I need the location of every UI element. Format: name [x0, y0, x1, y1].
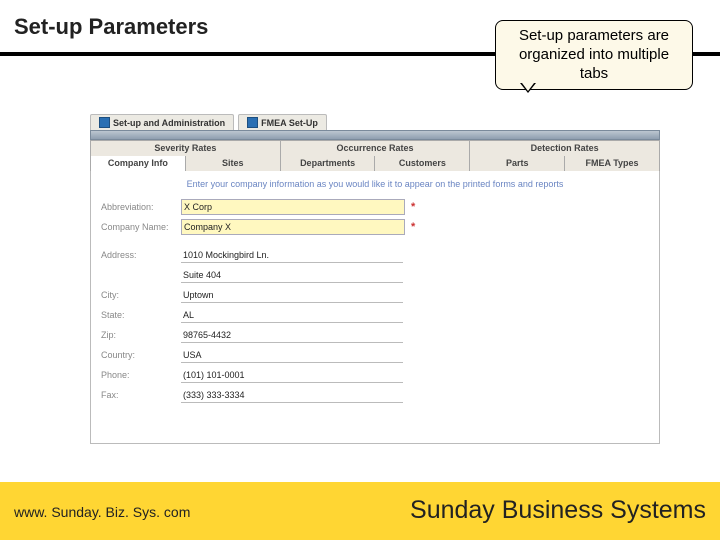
- tab-fmea-types[interactable]: FMEA Types: [565, 156, 659, 171]
- nav-tab-label: Set-up and Administration: [113, 118, 225, 128]
- label-abbreviation: Abbreviation:: [101, 202, 181, 212]
- tab-row-main: Company Info Sites Departments Customers…: [90, 156, 660, 171]
- document-icon: [99, 117, 110, 128]
- tab-occurrence[interactable]: Occurrence Rates: [281, 141, 471, 156]
- footer-brand: Sunday Business Systems: [410, 496, 706, 525]
- app-nav-tabs: Set-up and Administration FMEA Set-Up: [90, 114, 660, 130]
- label-country: Country:: [101, 350, 181, 360]
- field-fax[interactable]: (333) 333-3334: [181, 388, 403, 403]
- value-abbreviation: X Corp: [184, 202, 212, 212]
- value-country: USA: [183, 350, 202, 360]
- tab-parts[interactable]: Parts: [470, 156, 565, 171]
- value-company: Company X: [184, 222, 231, 232]
- value-fax: (333) 333-3334: [183, 390, 245, 400]
- value-phone: (101) 101-0001: [183, 370, 245, 380]
- label-zip: Zip:: [101, 330, 181, 340]
- tab-customers[interactable]: Customers: [375, 156, 470, 171]
- label-company: Company Name:: [101, 222, 181, 232]
- field-phone[interactable]: (101) 101-0001: [181, 368, 403, 383]
- label-fax: Fax:: [101, 390, 181, 400]
- field-zip[interactable]: 98765-4432: [181, 328, 403, 343]
- field-city[interactable]: Uptown: [181, 288, 403, 303]
- tab-departments[interactable]: Departments: [281, 156, 376, 171]
- toolbar-bar: [90, 130, 660, 140]
- company-info-form: Enter your company information as you wo…: [90, 171, 660, 444]
- field-address2[interactable]: Suite 404: [181, 268, 403, 283]
- required-mark: *: [411, 221, 415, 233]
- callout-box: Set-up parameters are organized into mul…: [495, 20, 693, 90]
- field-company[interactable]: Company X: [181, 219, 405, 235]
- value-zip: 98765-4432: [183, 330, 231, 340]
- value-city: Uptown: [183, 290, 214, 300]
- nav-tab-label: FMEA Set-Up: [261, 118, 318, 128]
- field-country[interactable]: USA: [181, 348, 403, 363]
- row-zip: Zip: 98765-4432: [101, 325, 649, 345]
- nav-tab-fmea[interactable]: FMEA Set-Up: [238, 114, 327, 130]
- row-fax: Fax: (333) 333-3334: [101, 385, 649, 405]
- value-state: AL: [183, 310, 194, 320]
- label-phone: Phone:: [101, 370, 181, 380]
- row-abbreviation: Abbreviation: X Corp *: [101, 197, 649, 217]
- value-address1: 1010 Mockingbird Ln.: [183, 250, 269, 260]
- label-state: State:: [101, 310, 181, 320]
- tab-sites[interactable]: Sites: [186, 156, 281, 171]
- field-abbreviation[interactable]: X Corp: [181, 199, 405, 215]
- form-hint: Enter your company information as you wo…: [101, 179, 649, 189]
- row-address2: Suite 404: [101, 265, 649, 285]
- row-phone: Phone: (101) 101-0001: [101, 365, 649, 385]
- row-state: State: AL: [101, 305, 649, 325]
- document-icon: [247, 117, 258, 128]
- callout-tail: [520, 83, 536, 93]
- label-city: City:: [101, 290, 181, 300]
- page-title: Set-up Parameters: [14, 14, 208, 40]
- field-state[interactable]: AL: [181, 308, 403, 323]
- field-address1[interactable]: 1010 Mockingbird Ln.: [181, 248, 403, 263]
- label-address: Address:: [101, 250, 181, 260]
- value-address2: Suite 404: [183, 270, 221, 280]
- footer-url: www. Sunday. Biz. Sys. com: [14, 504, 190, 520]
- required-mark: *: [411, 201, 415, 213]
- nav-tab-admin[interactable]: Set-up and Administration: [90, 114, 234, 130]
- tab-detection[interactable]: Detection Rates: [470, 141, 659, 156]
- tab-company-info[interactable]: Company Info: [91, 156, 186, 171]
- row-address: Address: 1010 Mockingbird Ln.: [101, 245, 649, 265]
- tab-row-rates: Severity Rates Occurrence Rates Detectio…: [90, 140, 660, 156]
- screenshot-app: Set-up and Administration FMEA Set-Up Se…: [90, 114, 660, 444]
- tab-severity[interactable]: Severity Rates: [91, 141, 281, 156]
- footer-bar: www. Sunday. Biz. Sys. com Sunday Busine…: [0, 482, 720, 540]
- row-country: Country: USA: [101, 345, 649, 365]
- row-city: City: Uptown: [101, 285, 649, 305]
- row-company: Company Name: Company X *: [101, 217, 649, 237]
